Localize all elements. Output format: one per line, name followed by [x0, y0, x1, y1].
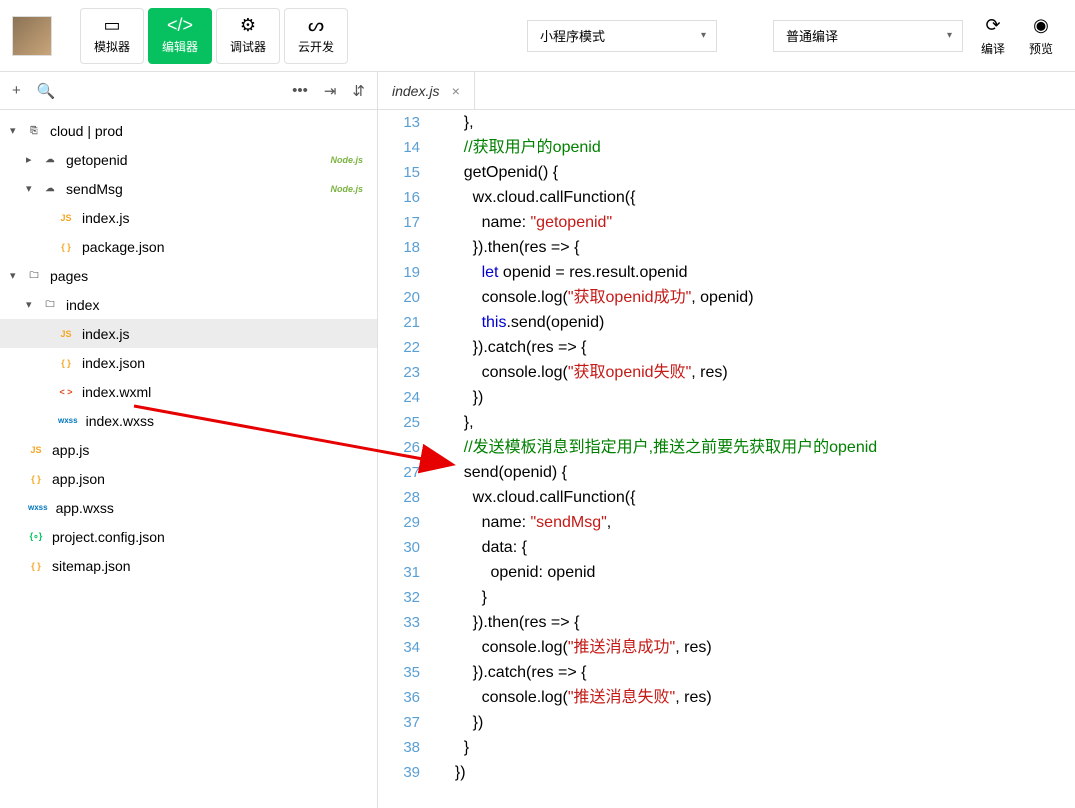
- search-icon[interactable]: 🔍: [37, 82, 56, 100]
- settings-icon: ⚙: [240, 16, 256, 34]
- js-icon: JS: [56, 212, 76, 224]
- preview-label: 预览: [1029, 40, 1053, 57]
- compile-mode-value: 普通编译: [786, 26, 838, 45]
- tree-app-js[interactable]: JS app.js: [0, 435, 377, 464]
- mode-value: 小程序模式: [540, 26, 605, 45]
- refresh-icon: ⟳: [985, 15, 1000, 36]
- eye-icon: ◉: [1033, 15, 1049, 36]
- nodejs-badge: Node.js: [330, 184, 363, 194]
- code-area[interactable]: 1314151617181920212223242526272829303132…: [378, 110, 1075, 808]
- folder-icon: ⎘: [24, 124, 44, 137]
- close-icon[interactable]: ×: [451, 83, 459, 99]
- code-icon: </>: [167, 16, 193, 34]
- preview-button[interactable]: ◉ 预览: [1019, 8, 1063, 64]
- tree-label: getopenid: [66, 152, 128, 168]
- mode-dropdown[interactable]: 小程序模式: [527, 20, 717, 52]
- compile-label: 编译: [981, 40, 1005, 57]
- simulator-button[interactable]: ▭ 模拟器: [80, 8, 144, 64]
- tree-label: index.js: [82, 326, 129, 342]
- tree-label: index.wxss: [86, 413, 154, 429]
- js-icon: JS: [56, 328, 76, 340]
- add-file-icon[interactable]: +: [12, 82, 21, 99]
- json-icon: { }: [56, 241, 76, 253]
- compile-mode-dropdown[interactable]: 普通编译: [773, 20, 963, 52]
- editor-tabs: index.js ×: [378, 72, 1075, 110]
- tree-label: sitemap.json: [52, 558, 131, 574]
- tree-app-wxss[interactable]: wxss app.wxss: [0, 493, 377, 522]
- cloud-button[interactable]: ᔕ 云开发: [284, 8, 348, 64]
- nodejs-badge: Node.js: [330, 155, 363, 165]
- tree-label: app.wxss: [56, 500, 114, 516]
- tree-label: index: [66, 297, 99, 313]
- debugger-label: 调试器: [230, 38, 266, 55]
- tree-label: index.json: [82, 355, 145, 371]
- project-avatar[interactable]: [12, 16, 52, 56]
- wxml-icon: < >: [56, 386, 76, 398]
- wxss-icon: wxss: [56, 415, 80, 426]
- code-lines: }, //获取用户的openid getOpenid() { wx.cloud.…: [438, 110, 1075, 808]
- tree-label: app.js: [52, 442, 89, 458]
- tree-label: index.js: [82, 210, 129, 226]
- debugger-button[interactable]: ⚙ 调试器: [216, 8, 280, 64]
- json-icon: { }: [26, 560, 46, 572]
- folder-icon: 🗀: [24, 267, 44, 285]
- tree-app-json[interactable]: { } app.json: [0, 464, 377, 493]
- wxss-icon: wxss: [26, 502, 50, 513]
- tree-index-wxml[interactable]: < > index.wxml: [0, 377, 377, 406]
- js-icon: JS: [26, 444, 46, 456]
- tree-label: pages: [50, 268, 88, 284]
- tab-label: index.js: [392, 83, 439, 99]
- simulator-label: 模拟器: [94, 38, 130, 55]
- tree-root[interactable]: ⎘ cloud | prod: [0, 116, 377, 145]
- json-icon: { }: [56, 357, 76, 369]
- tree-index-js-page[interactable]: JS index.js: [0, 319, 377, 348]
- phone-icon: ▭: [103, 16, 120, 34]
- line-gutter: 1314151617181920212223242526272829303132…: [378, 110, 438, 808]
- tab-index-js[interactable]: index.js ×: [378, 72, 475, 109]
- top-toolbar: ▭ 模拟器 </> 编辑器 ⚙ 调试器 ᔕ 云开发 小程序模式 普通编译 ⟳ 编…: [0, 0, 1075, 72]
- sort-icon[interactable]: ⇵: [352, 82, 365, 100]
- tree-getopenid[interactable]: ☁ getopenid Node.js: [0, 145, 377, 174]
- editor-button[interactable]: </> 编辑器: [148, 8, 212, 64]
- more-icon[interactable]: •••: [292, 82, 308, 99]
- config-icon: {∘}: [26, 530, 46, 543]
- tree-pages[interactable]: 🗀 pages: [0, 261, 377, 290]
- tree-sendmsg[interactable]: ☁ sendMsg Node.js: [0, 174, 377, 203]
- code-editor: index.js × 13141516171819202122232425262…: [378, 72, 1075, 808]
- tree-sitemap[interactable]: { } sitemap.json: [0, 551, 377, 580]
- cloud-icon: ᔕ: [308, 16, 324, 34]
- json-icon: { }: [26, 473, 46, 485]
- tree-label: package.json: [82, 239, 165, 255]
- tree-label: app.json: [52, 471, 105, 487]
- folder-icon: 🗀: [40, 296, 60, 314]
- collapse-icon[interactable]: ⇥: [324, 82, 337, 100]
- cloud-label: 云开发: [298, 38, 334, 55]
- cloud-folder-icon: ☁: [40, 182, 60, 195]
- tree-project-config[interactable]: {∘} project.config.json: [0, 522, 377, 551]
- tree-package-json[interactable]: { } package.json: [0, 232, 377, 261]
- file-explorer: + 🔍 ••• ⇥ ⇵ ⎘ cloud | prod ☁ getopenid Node…: [0, 72, 378, 808]
- tree-label: project.config.json: [52, 529, 165, 545]
- tree-label: sendMsg: [66, 181, 123, 197]
- editor-label: 编辑器: [162, 38, 198, 55]
- tree-label: cloud | prod: [50, 123, 123, 139]
- tree-index-folder[interactable]: 🗀 index: [0, 290, 377, 319]
- tree-label: index.wxml: [82, 384, 151, 400]
- compile-button[interactable]: ⟳ 编译: [971, 8, 1015, 64]
- tree-index-wxss[interactable]: wxss index.wxss: [0, 406, 377, 435]
- file-tree: ⎘ cloud | prod ☁ getopenid Node.js ☁ sendMsg…: [0, 110, 377, 808]
- cloud-folder-icon: ☁: [40, 153, 60, 166]
- tree-index-json[interactable]: { } index.json: [0, 348, 377, 377]
- tree-index-js[interactable]: JS index.js: [0, 203, 377, 232]
- explorer-toolbar: + 🔍 ••• ⇥ ⇵: [0, 72, 377, 110]
